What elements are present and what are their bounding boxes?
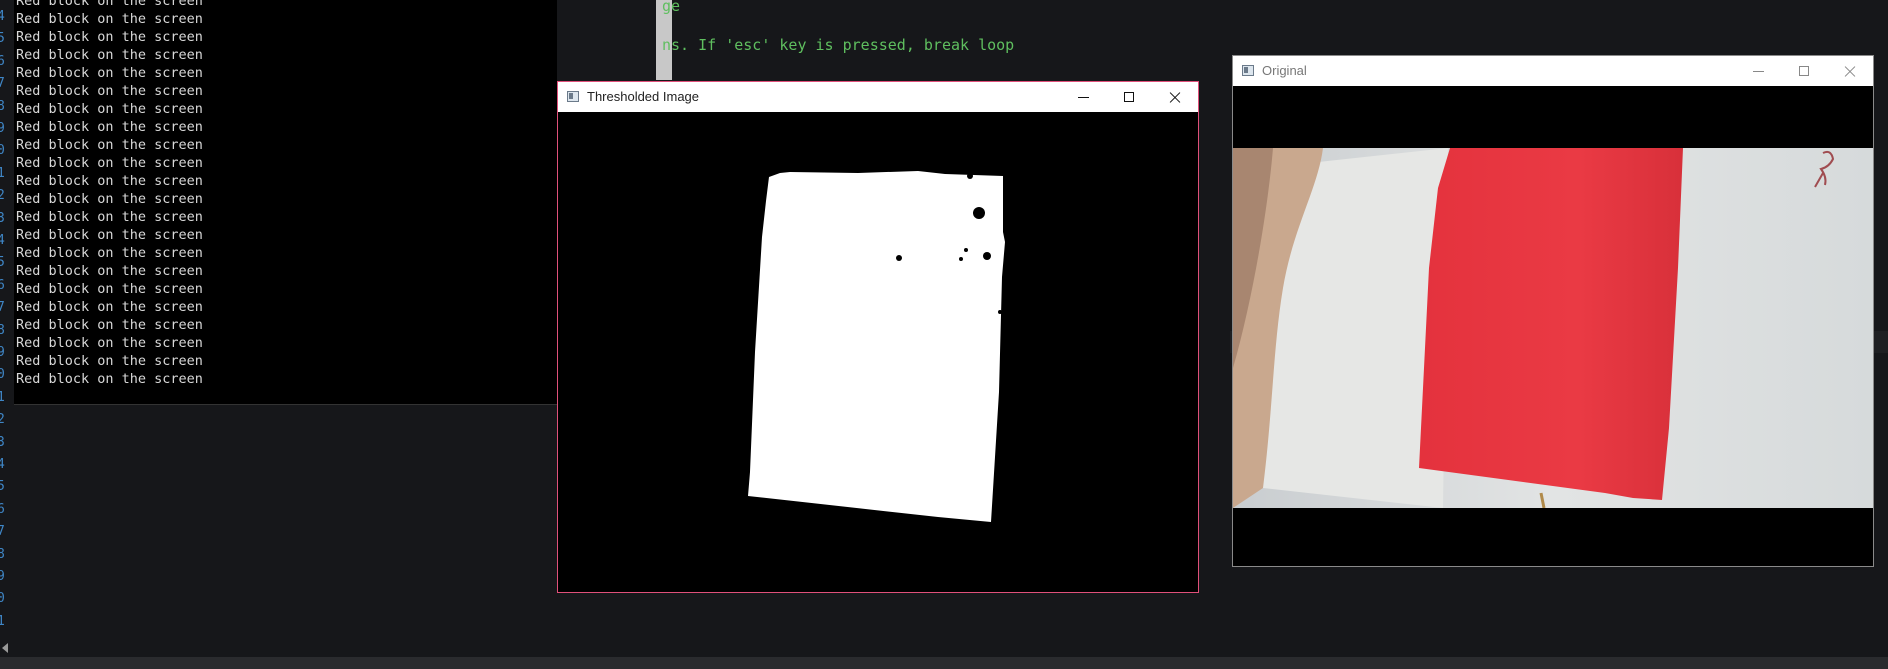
line-number: 6 bbox=[0, 501, 5, 517]
scroll-left-icon[interactable] bbox=[2, 643, 8, 653]
console-line: Red block on the screen bbox=[16, 209, 203, 225]
close-icon bbox=[1169, 91, 1181, 103]
close-button[interactable] bbox=[1152, 82, 1198, 112]
window-titlebar[interactable]: Thresholded Image bbox=[558, 82, 1198, 112]
line-number: 3 bbox=[0, 210, 5, 226]
window-app-icon bbox=[1242, 65, 1254, 76]
thresholded-image-window[interactable]: Thresholded Image bbox=[557, 81, 1199, 593]
console-line: Red block on the screen bbox=[16, 299, 203, 315]
console-output[interactable]: Red block on the screen Red block on the … bbox=[14, 0, 557, 405]
code-line[interactable]: ge bbox=[662, 0, 680, 15]
console-line: Red block on the screen bbox=[16, 371, 203, 387]
console-line: Red block on the screen bbox=[16, 83, 203, 99]
line-number: 5 bbox=[0, 31, 5, 47]
line-number: 6 bbox=[0, 277, 5, 293]
minimize-icon bbox=[1077, 96, 1089, 98]
console-line: Red block on the screen bbox=[16, 137, 203, 153]
console-line: Red block on the screen bbox=[16, 191, 203, 207]
line-number: 6 bbox=[0, 53, 5, 69]
window-app-icon bbox=[567, 91, 579, 102]
console-line: Red block on the screen bbox=[16, 155, 203, 171]
console-line: Red block on the screen bbox=[16, 0, 203, 9]
window-title: Thresholded Image bbox=[587, 89, 700, 104]
console-line: Red block on the screen bbox=[16, 245, 203, 261]
code-line[interactable]: ns. If 'esc' key is pressed, break loop bbox=[662, 36, 1014, 54]
line-number: 5 bbox=[0, 479, 5, 495]
minimize-button[interactable] bbox=[1735, 56, 1781, 86]
line-number-gutter: 4 5 6 7 8 9 0 1 2 3 4 5 6 7 8 9 0 1 2 3 4 5 6 7 8 9 0 1 bbox=[0, 0, 14, 669]
console-line: Red block on the screen bbox=[16, 173, 203, 189]
thresholded-image-canvas bbox=[558, 112, 1198, 592]
original-window[interactable]: Original bbox=[1232, 55, 1874, 567]
console-line: Red block on the screen bbox=[16, 11, 203, 27]
line-number: 1 bbox=[0, 613, 5, 629]
line-number: 9 bbox=[0, 569, 5, 584]
line-number: 3 bbox=[0, 434, 5, 450]
line-number: 1 bbox=[0, 165, 5, 181]
line-number: 0 bbox=[0, 591, 5, 607]
maximize-icon bbox=[1124, 92, 1134, 102]
original-image-canvas bbox=[1233, 86, 1873, 566]
line-number: 8 bbox=[0, 98, 5, 114]
line-number: 0 bbox=[0, 367, 5, 383]
status-bar bbox=[0, 657, 1888, 669]
console-line: Red block on the screen bbox=[16, 119, 203, 135]
line-number: 8 bbox=[0, 546, 5, 562]
line-number: 7 bbox=[0, 524, 5, 540]
line-number: 9 bbox=[0, 121, 5, 136]
console-line: Red block on the screen bbox=[16, 353, 203, 369]
maximize-button[interactable] bbox=[1781, 56, 1827, 86]
line-number: 2 bbox=[0, 188, 5, 204]
close-button[interactable] bbox=[1827, 56, 1873, 86]
maximize-button[interactable] bbox=[1106, 82, 1152, 112]
line-number: 5 bbox=[0, 255, 5, 271]
minimize-button[interactable] bbox=[1060, 82, 1106, 112]
window-titlebar[interactable]: Original bbox=[1233, 56, 1873, 86]
line-number: 0 bbox=[0, 143, 5, 159]
console-line: Red block on the screen bbox=[16, 335, 203, 351]
line-number: 8 bbox=[0, 322, 5, 338]
line-number: 9 bbox=[0, 345, 5, 360]
window-title: Original bbox=[1262, 63, 1307, 78]
thresholded-mask bbox=[748, 171, 1005, 522]
console-line: Red block on the screen bbox=[16, 65, 203, 81]
console-line: Red block on the screen bbox=[16, 281, 203, 297]
console-line: Red block on the screen bbox=[16, 47, 203, 63]
console-line: Red block on the screen bbox=[16, 29, 203, 45]
camera-frame bbox=[1233, 148, 1873, 508]
console-line: Red block on the screen bbox=[16, 101, 203, 117]
line-number: 4 bbox=[0, 233, 5, 248]
console-line: Red block on the screen bbox=[16, 227, 203, 243]
minimize-icon bbox=[1752, 70, 1764, 72]
line-number: 7 bbox=[0, 300, 5, 316]
close-icon bbox=[1844, 65, 1856, 77]
line-number: 4 bbox=[0, 9, 5, 24]
line-number: 1 bbox=[0, 389, 5, 405]
console-line: Red block on the screen bbox=[16, 317, 203, 333]
console-line: Red block on the screen bbox=[16, 263, 203, 279]
line-number: 7 bbox=[0, 76, 5, 92]
maximize-icon bbox=[1799, 66, 1809, 76]
line-number: 2 bbox=[0, 412, 5, 428]
line-number: 4 bbox=[0, 457, 5, 472]
